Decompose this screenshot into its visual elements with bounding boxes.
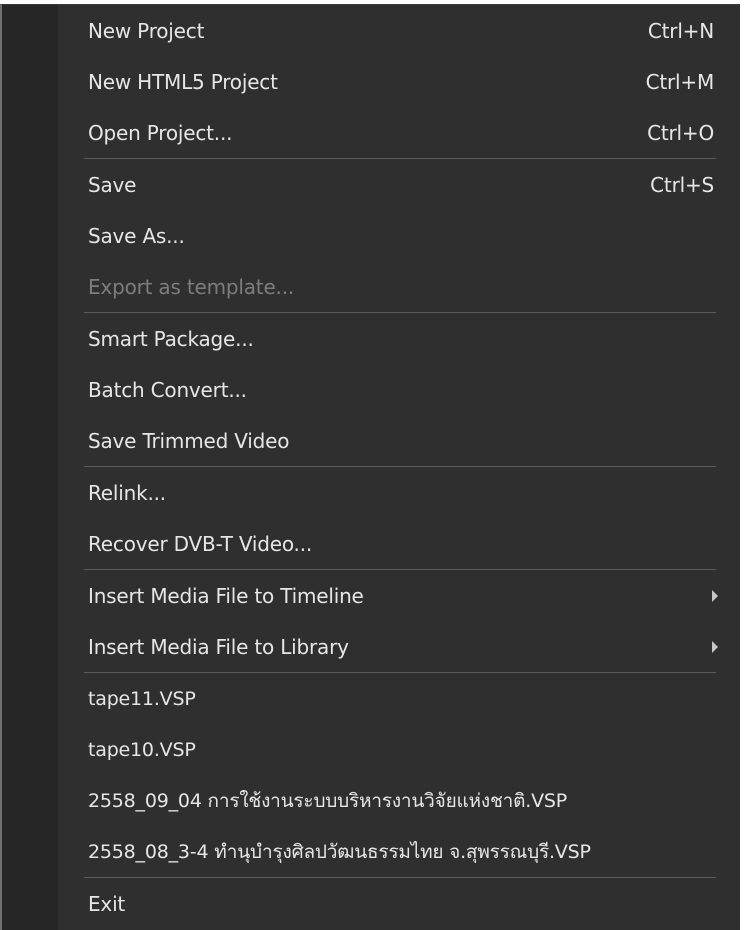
menu-item-new-html5-project[interactable]: New HTML5 Project Ctrl+M bbox=[58, 56, 740, 107]
menu-item-label: Batch Convert... bbox=[88, 377, 247, 402]
menu-item-save[interactable]: Save Ctrl+S bbox=[58, 159, 740, 210]
menu-icon-gutter bbox=[2, 5, 58, 930]
submenu-arrow-icon bbox=[712, 589, 718, 602]
menu-item-new-project[interactable]: New Project Ctrl+N bbox=[58, 5, 740, 56]
menu-item-export-as-template: Export as template... bbox=[58, 261, 740, 312]
menu-item-label: Insert Media File to Library bbox=[88, 634, 349, 659]
recent-file-item[interactable]: tape10.VSP bbox=[58, 724, 740, 775]
menu-item-label: Save bbox=[88, 172, 137, 197]
recent-file-label: tape10.VSP bbox=[88, 738, 196, 761]
recent-file-label: 2558_08_3-4 ทำนุบำรุงศิลปวัฒนธรรมไทย จ.ส… bbox=[88, 840, 591, 863]
menu-item-open-project[interactable]: Open Project... Ctrl+O bbox=[58, 107, 740, 158]
menu-item-shortcut: Ctrl+M bbox=[645, 69, 715, 94]
menu-item-label: Relink... bbox=[88, 480, 166, 505]
menu-item-label: Open Project... bbox=[88, 120, 233, 145]
menu-item-insert-media-library[interactable]: Insert Media File to Library bbox=[58, 621, 740, 672]
menu-item-label: New Project bbox=[88, 18, 205, 43]
menu-item-smart-package[interactable]: Smart Package... bbox=[58, 313, 740, 364]
menu-item-shortcut: Ctrl+S bbox=[650, 172, 714, 197]
submenu-arrow-icon bbox=[712, 640, 718, 653]
menu-item-relink[interactable]: Relink... bbox=[58, 467, 740, 518]
menu-item-label: Exit bbox=[88, 891, 126, 916]
menu-item-label: New HTML5 Project bbox=[88, 69, 278, 94]
menu-item-label: Export as template... bbox=[88, 274, 295, 299]
menu-item-batch-convert[interactable]: Batch Convert... bbox=[58, 364, 740, 415]
menu-item-shortcut: Ctrl+N bbox=[647, 18, 714, 43]
menu-item-save-as[interactable]: Save As... bbox=[58, 210, 740, 261]
menu-item-shortcut: Ctrl+O bbox=[647, 120, 714, 145]
menu-item-label: Recover DVB-T Video... bbox=[88, 531, 313, 556]
recent-file-item[interactable]: 2558_08_3-4 ทำนุบำรุงศิลปวัฒนธรรมไทย จ.ส… bbox=[58, 826, 740, 877]
menu-item-label: Smart Package... bbox=[88, 326, 254, 351]
menu-item-recover-dvbt-video[interactable]: Recover DVB-T Video... bbox=[58, 518, 740, 569]
menu-item-label: Insert Media File to Timeline bbox=[88, 583, 364, 608]
menu-item-label: Save Trimmed Video bbox=[88, 428, 290, 453]
menu-items: New Project Ctrl+N New HTML5 Project Ctr… bbox=[58, 5, 740, 930]
recent-file-item[interactable]: tape11.VSP bbox=[58, 673, 740, 724]
menu-item-exit[interactable]: Exit bbox=[58, 878, 740, 929]
recent-file-label: tape11.VSP bbox=[88, 687, 196, 710]
menu-item-save-trimmed-video[interactable]: Save Trimmed Video bbox=[58, 415, 740, 466]
file-menu: New Project Ctrl+N New HTML5 Project Ctr… bbox=[0, 4, 740, 930]
menu-item-insert-media-timeline[interactable]: Insert Media File to Timeline bbox=[58, 570, 740, 621]
menu-item-label: Save As... bbox=[88, 223, 185, 248]
recent-file-item[interactable]: 2558_09_04 การใช้งานระบบบริหารงานวิจัยแห… bbox=[58, 775, 740, 826]
recent-file-label: 2558_09_04 การใช้งานระบบบริหารงานวิจัยแห… bbox=[88, 789, 568, 812]
